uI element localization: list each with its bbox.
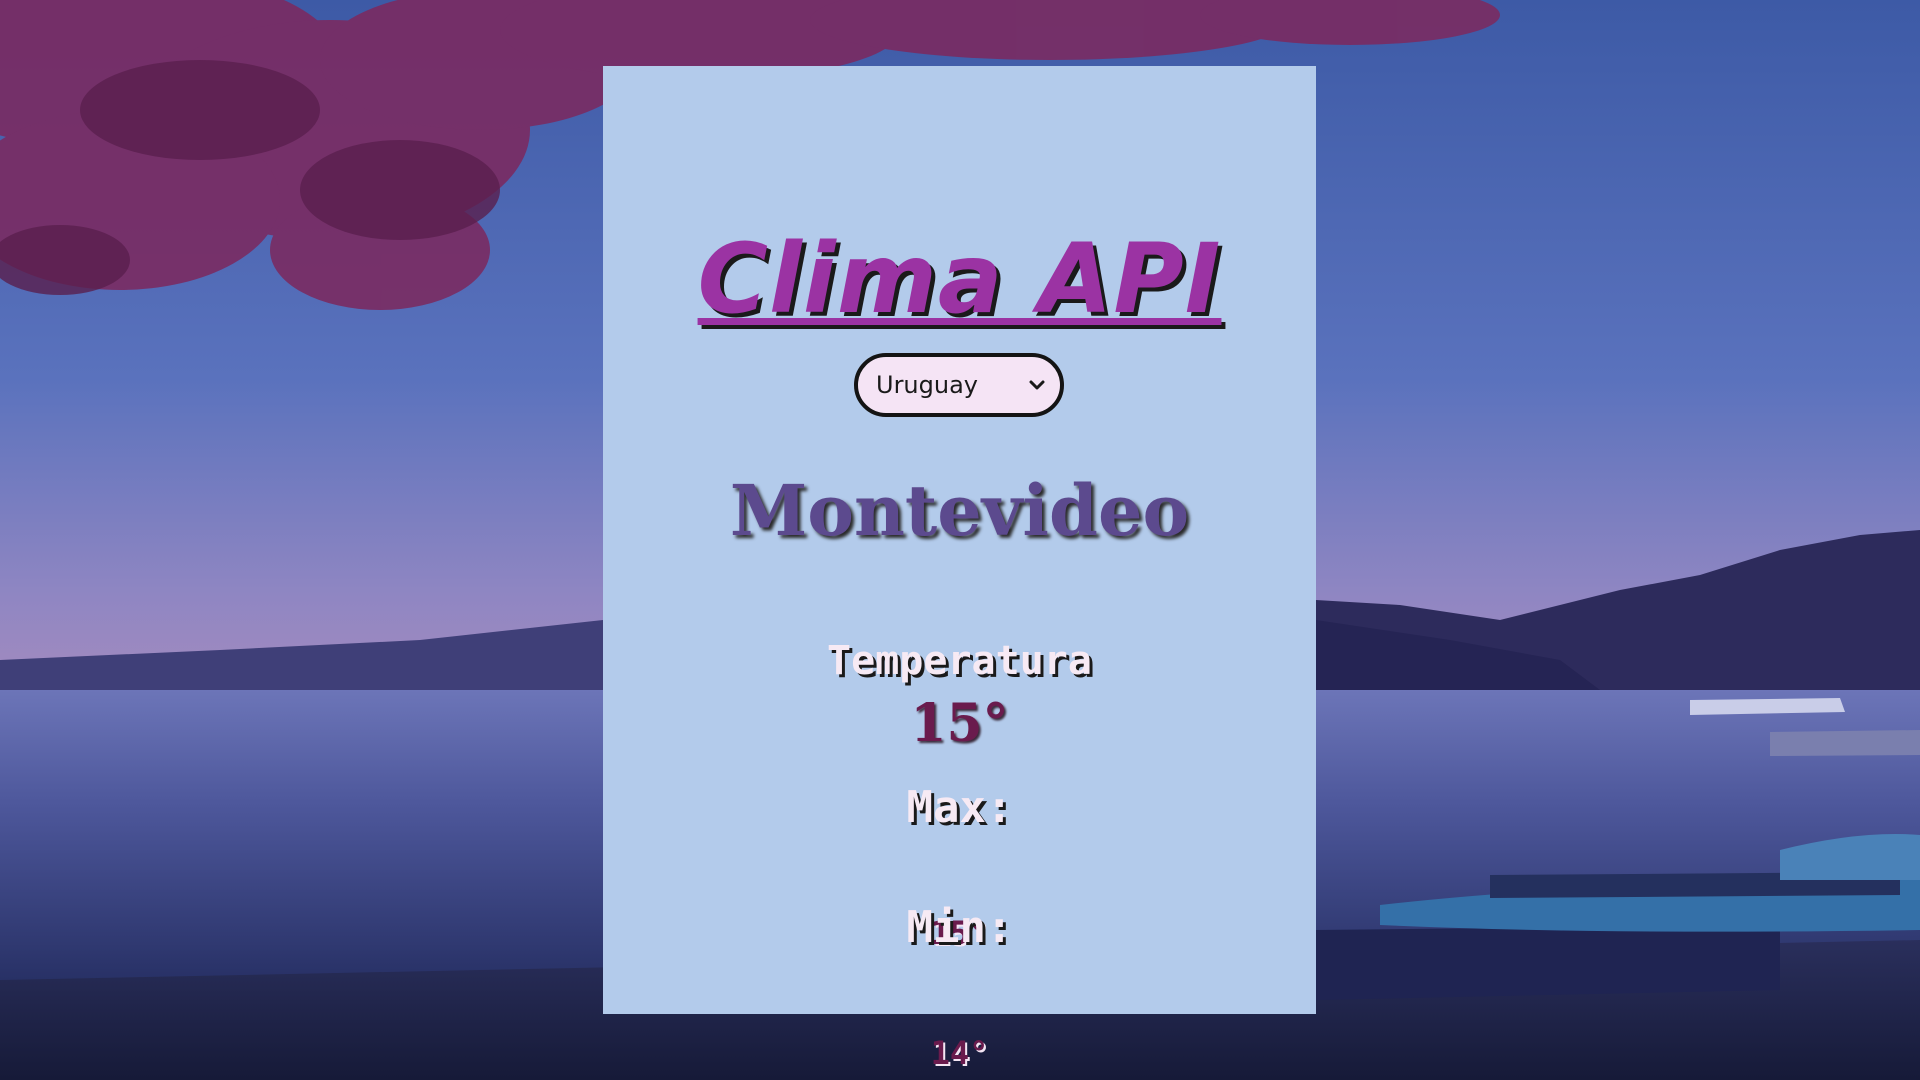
app-title: Clima API [697,223,1222,335]
country-select-wrapper[interactable]: Uruguay [854,353,1064,417]
country-select[interactable]: Uruguay [854,353,1064,417]
min-temperature-label: Min: [906,902,1013,953]
temperature-value: 15° [910,693,1009,754]
country-select-value: Uruguay [876,371,978,399]
max-temperature-label: Max: [906,782,1013,833]
min-temperature-value: 14° [930,1034,989,1072]
city-name: Montevideo [729,469,1190,552]
temperature-label: Temperatura [827,638,1092,684]
chevron-down-icon [1029,380,1045,390]
weather-card: Clima API Uruguay Montevideo Temperatura… [603,66,1316,1072]
